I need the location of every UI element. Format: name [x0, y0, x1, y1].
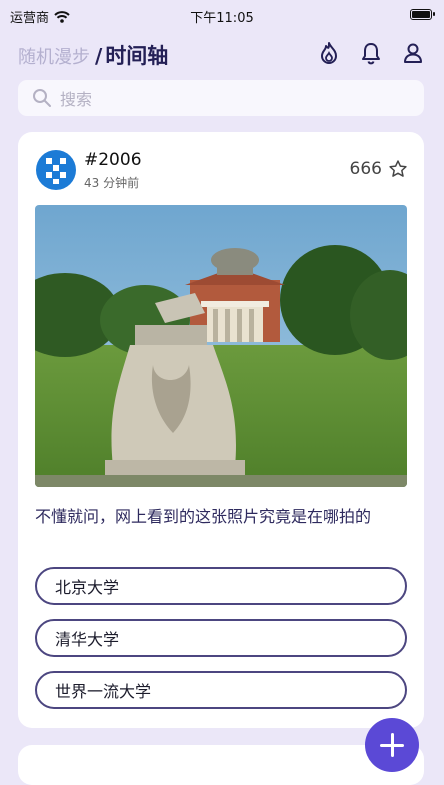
user-icon[interactable] — [400, 40, 426, 66]
like-group[interactable]: 666 — [350, 159, 408, 179]
tab-random-walk[interactable]: 随机漫步 — [18, 43, 90, 69]
star-icon[interactable] — [388, 159, 408, 179]
search-icon — [33, 89, 51, 107]
top-nav: 随机漫步 / 时间轴 — [0, 32, 444, 74]
like-count: 666 — [349, 159, 382, 179]
fire-icon[interactable] — [316, 40, 342, 66]
campus-photo — [35, 205, 407, 487]
add-post-button[interactable] — [365, 718, 419, 772]
post-photo[interactable] — [35, 205, 407, 487]
status-bar: 运营商 下午11:05 — [0, 0, 444, 30]
post-id: #2006 — [84, 150, 142, 170]
search-input[interactable]: 搜索 — [60, 86, 92, 110]
avatar-pattern — [46, 158, 66, 184]
post-question: 不懂就问，网上看到的这张照片究竟是在哪拍的 — [35, 507, 372, 526]
option-button[interactable]: 世界一流大学 — [35, 671, 407, 709]
tab-separator: / — [95, 44, 103, 68]
option-button[interactable]: 北京大学 — [35, 567, 407, 605]
nav-actions — [316, 40, 426, 66]
bell-icon[interactable] — [358, 40, 384, 66]
tab-timeline[interactable]: 时间轴 — [105, 40, 168, 70]
avatar[interactable] — [36, 150, 76, 190]
search-bar[interactable]: 搜索 — [18, 80, 424, 116]
status-time: 下午11:05 — [190, 11, 254, 26]
next-post-card — [18, 745, 424, 785]
post-time: 43 分钟前 — [84, 176, 140, 190]
nav-tabs: 随机漫步 / 时间轴 — [18, 40, 168, 70]
post-card: #2006 43 分钟前 666 不懂就问，网上看到的这张照片究竟是在哪拍的 北… — [18, 132, 424, 728]
option-button[interactable]: 清华大学 — [35, 619, 407, 657]
battery-icon — [410, 9, 435, 20]
